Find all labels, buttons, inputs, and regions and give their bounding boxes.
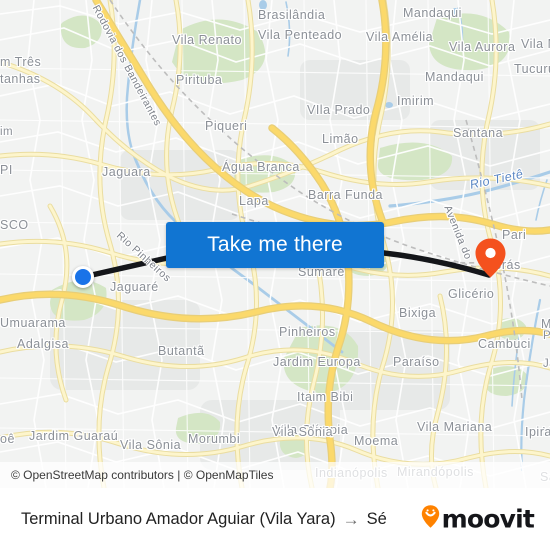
destination-pin-icon[interactable] — [474, 237, 507, 279]
take-me-there-button[interactable]: Take me there — [166, 222, 384, 268]
arrow-right-icon: → — [342, 509, 360, 529]
trip-footer: Terminal Urbano Amador Aguiar (Vila Yara… — [0, 488, 550, 550]
trip-origin-label: Terminal Urbano Amador Aguiar (Vila Yara… — [21, 509, 336, 528]
trip-route-title: Terminal Urbano Amador Aguiar (Vila Yara… — [21, 510, 387, 529]
trip-destination-label: Sé — [366, 509, 387, 528]
attribution-text[interactable]: © OpenStreetMap contributors | © OpenMap… — [0, 468, 273, 482]
moovit-wordmark: moovit — [441, 504, 535, 534]
map-trip-card: Brasilândia Mandaqui Vila Renato Vila Pente… — [0, 0, 550, 550]
moovit-logo[interactable]: moovit — [421, 504, 535, 534]
map-canvas[interactable]: Brasilândia Mandaqui Vila Renato Vila Pente… — [0, 0, 550, 488]
map-attribution-bar: © OpenStreetMap contributors | © OpenMap… — [0, 462, 550, 488]
origin-marker-icon[interactable] — [72, 266, 94, 288]
moovit-pin-icon — [421, 505, 440, 534]
